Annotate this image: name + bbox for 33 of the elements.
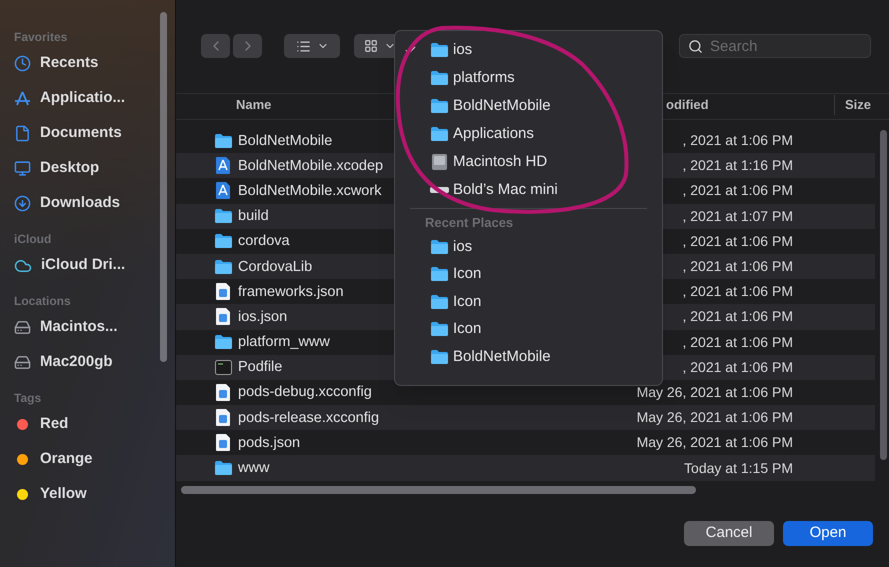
modified-date: May 26, 2021 at 1:06 PM (636, 408, 793, 428)
modified-date: May 26, 2021 at 1:06 PM (636, 382, 793, 402)
file-name: pods.json (238, 434, 300, 451)
file-name: BoldNetMobile.xcwork (238, 182, 382, 199)
modified-date: , 2021 at 1:06 PM (681, 332, 793, 352)
file-name: pods-debug.xcconfig (238, 384, 372, 400)
modified-date: , 2021 at 1:06 PM (681, 307, 793, 326)
file-name: BoldNetMobile.xcodep (238, 158, 384, 174)
menu-heading: Recent Places (425, 214, 514, 232)
file-name: pods-release.xcconfig (238, 410, 380, 426)
sidebar-heading: Tags (14, 390, 42, 407)
file-name: www (238, 460, 270, 476)
modified-date: , 2021 at 1:16 PM (681, 156, 793, 176)
file-name: CordovaLib (238, 258, 312, 275)
file-name: platform_www (238, 334, 330, 350)
sidebar-heading: iCloud (14, 231, 52, 248)
modified-date: May 26, 2021 at 1:06 PM (636, 433, 793, 452)
file-name: cordova (238, 233, 290, 250)
modified-date: , 2021 at 1:06 PM (681, 181, 793, 200)
file-name: ios.json (238, 308, 288, 325)
sidebar-heading: Locations (14, 293, 72, 310)
modified-date: , 2021 at 1:06 PM (681, 282, 793, 302)
modified-date: , 2021 at 1:06 PM (681, 131, 793, 150)
file-name: build (238, 208, 269, 224)
modified-date: , 2021 at 1:06 PM (681, 232, 793, 251)
modified-date: , 2021 at 1:06 PM (681, 257, 793, 276)
modified-date: , 2021 at 1:07 PM (681, 206, 793, 226)
sidebar-heading: Favorites (14, 29, 68, 46)
modified-date: Today at 1:15 PM (683, 458, 793, 478)
file-name: frameworks.json (238, 284, 344, 300)
file-name: BoldNetMobile (238, 132, 332, 149)
modified-date: , 2021 at 1:06 PM (681, 358, 793, 377)
file-name: Podfile (238, 359, 282, 376)
